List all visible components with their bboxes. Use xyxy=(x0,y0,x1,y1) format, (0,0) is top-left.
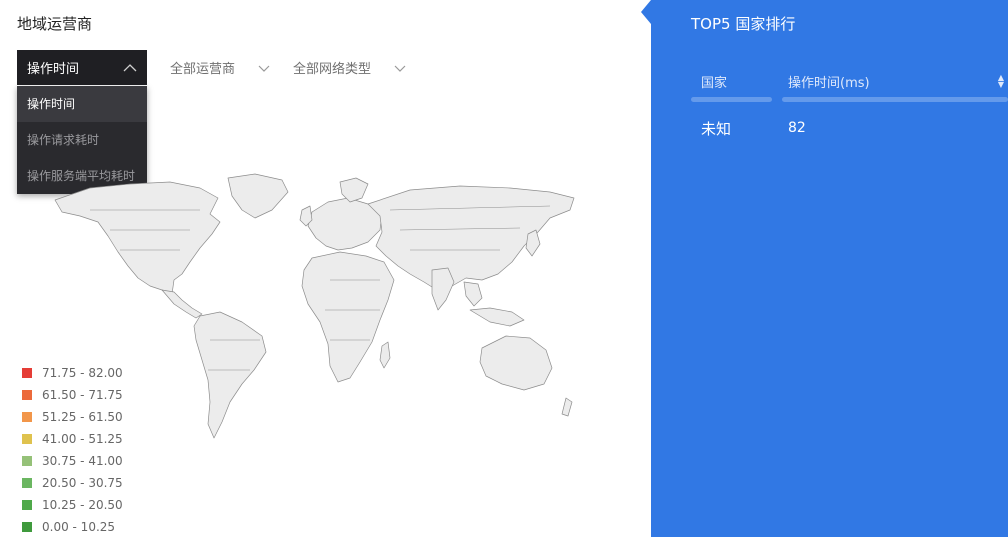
legend-label: 51.25 - 61.50 xyxy=(42,410,123,424)
map-region-southeast-asia xyxy=(463,281,483,307)
map-region-south-america xyxy=(193,311,267,439)
network-type-select[interactable]: 全部网络类型 xyxy=(283,50,417,85)
carrier-select-label: 全部运营商 xyxy=(170,62,236,77)
map-region-scandinavia xyxy=(339,177,369,203)
map-region-central-america xyxy=(161,289,203,319)
legend-label: 71.75 - 82.00 xyxy=(42,366,123,380)
legend-label: 41.00 - 51.25 xyxy=(42,432,123,446)
page: 地域运营商 操作时间 全部运营商 全部网络类型 操作时间 操作请求耗时 操作服务… xyxy=(0,0,1008,537)
carrier-select[interactable]: 全部运营商 xyxy=(160,50,281,85)
region-carrier-section: 地域运营商 操作时间 全部运营商 全部网络类型 操作时间 操作请求耗时 操作服务… xyxy=(0,0,640,537)
map-region-japan xyxy=(525,229,541,257)
ranking-table-header: 国家 操作时间(ms) ▲ ▼ xyxy=(691,72,1008,102)
sort-icon[interactable]: ▲ ▼ xyxy=(998,74,1004,89)
map-region-indonesia xyxy=(469,307,525,327)
legend-swatch xyxy=(22,390,32,400)
legend-label: 20.50 - 30.75 xyxy=(42,476,123,490)
column-header-operation-time[interactable]: 操作时间(ms) ▲ ▼ xyxy=(782,72,1008,102)
metric-select[interactable]: 操作时间 xyxy=(17,50,147,85)
header-underline xyxy=(691,97,772,102)
legend-item: 0.00 - 10.25 xyxy=(22,516,123,537)
world-map[interactable] xyxy=(50,170,580,440)
legend-swatch xyxy=(22,412,32,422)
legend-item: 41.00 - 51.25 xyxy=(22,428,123,450)
legend-item: 20.50 - 30.75 xyxy=(22,472,123,494)
legend-item: 10.25 - 20.50 xyxy=(22,494,123,516)
network-type-select-label: 全部网络类型 xyxy=(293,62,372,77)
cell-country: 未知 xyxy=(701,120,732,138)
chevron-down-icon xyxy=(258,65,270,72)
legend-item: 30.75 - 41.00 xyxy=(22,450,123,472)
legend-swatch xyxy=(22,500,32,510)
metric-select-label: 操作时间 xyxy=(27,62,80,77)
dropdown-option-operation-time[interactable]: 操作时间 xyxy=(17,86,147,122)
map-region-africa xyxy=(301,251,395,383)
cell-operation-time: 82 xyxy=(788,120,806,136)
legend-swatch xyxy=(22,368,32,378)
map-region-madagascar xyxy=(379,341,391,369)
top5-ranking-panel: TOP5 国家排行 国家 操作时间(ms) ▲ ▼ 未知 82 xyxy=(651,0,1008,537)
column-header-label: 操作时间(ms) xyxy=(788,76,870,91)
panel-title: TOP5 国家排行 xyxy=(691,15,796,33)
map-region-greenland xyxy=(227,173,289,219)
legend-label: 61.50 - 71.75 xyxy=(42,388,123,402)
chevron-up-icon xyxy=(123,63,137,71)
header-underline xyxy=(782,97,1008,102)
section-title: 地域运营商 xyxy=(17,15,93,33)
map-region-australia xyxy=(479,335,553,391)
legend-label: 30.75 - 41.00 xyxy=(42,454,123,468)
legend-swatch xyxy=(22,456,32,466)
table-row: 未知 82 xyxy=(691,118,1008,142)
map-region-india xyxy=(431,267,455,311)
column-header-label: 国家 xyxy=(701,76,728,91)
map-region-asia xyxy=(367,185,575,293)
legend-item: 71.75 - 82.00 xyxy=(22,362,123,384)
legend-item: 61.50 - 71.75 xyxy=(22,384,123,406)
legend-swatch xyxy=(22,434,32,444)
legend-item: 51.25 - 61.50 xyxy=(22,406,123,428)
filter-bar: 操作时间 全部运营商 全部网络类型 xyxy=(17,50,417,85)
map-region-new-zealand xyxy=(561,397,573,417)
legend-swatch xyxy=(22,522,32,532)
map-legend: 71.75 - 82.00 61.50 - 71.75 51.25 - 61.5… xyxy=(22,362,123,537)
panel-pointer xyxy=(641,0,651,24)
map-region-north-america xyxy=(54,181,221,295)
legend-swatch xyxy=(22,478,32,488)
dropdown-option-request-latency[interactable]: 操作请求耗时 xyxy=(17,122,147,158)
legend-label: 10.25 - 20.50 xyxy=(42,498,123,512)
column-header-country[interactable]: 国家 xyxy=(691,72,772,102)
legend-label: 0.00 - 10.25 xyxy=(42,520,116,534)
chevron-down-icon xyxy=(394,65,406,72)
